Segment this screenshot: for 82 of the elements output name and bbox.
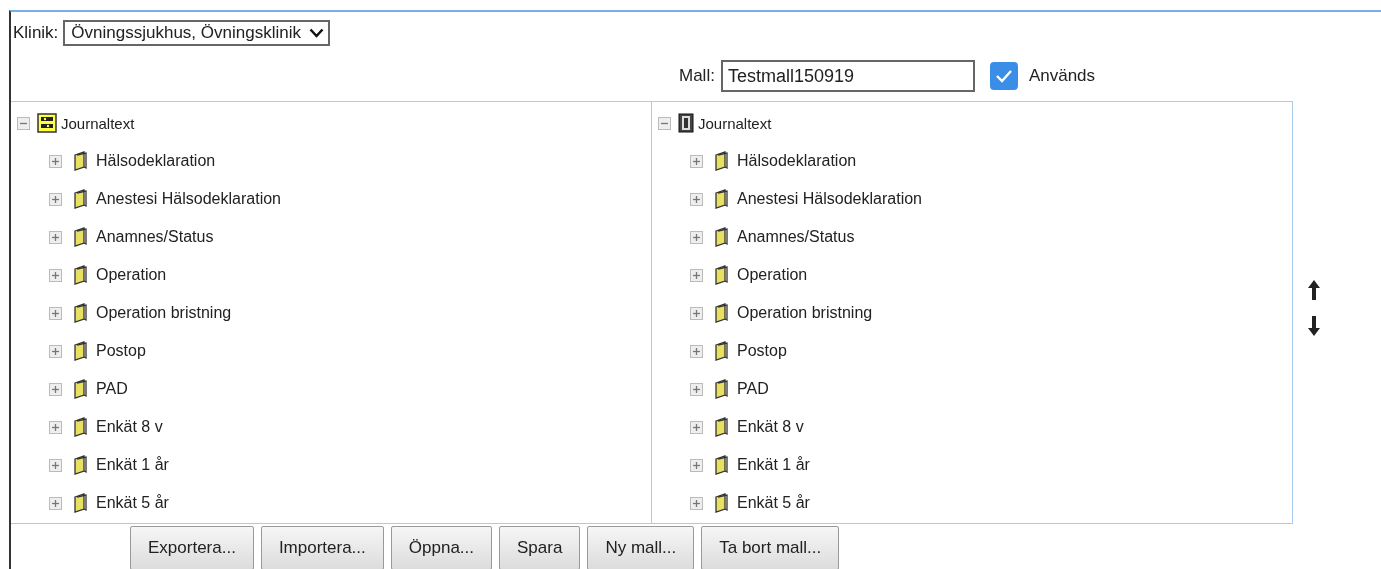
action-button[interactable]: Ta bort mall... [701, 526, 840, 569]
chevron-down-icon [308, 28, 324, 38]
expand-icon[interactable] [690, 306, 703, 320]
tree-node-label[interactable]: Anamnes/Status [737, 228, 855, 246]
tree-node-label[interactable]: Operation bristning [737, 304, 873, 322]
tree-node-label[interactable]: Journaltext [698, 114, 772, 132]
tree-node-label[interactable]: Anestesi Hälsodeklaration [737, 190, 922, 208]
tree-node-label[interactable]: Enkät 8 v [737, 418, 804, 436]
tree-node-label[interactable]: PAD [737, 380, 769, 398]
expand-icon[interactable] [49, 154, 62, 168]
arrow-down-icon[interactable] [1307, 315, 1321, 337]
expand-icon[interactable] [690, 154, 703, 168]
expand-icon[interactable] [690, 230, 703, 244]
tree-node-label[interactable]: Enkät 5 år [737, 494, 810, 512]
folder-icon [72, 493, 88, 513]
action-button[interactable]: Importera... [260, 526, 384, 569]
tree-node-label[interactable]: Enkät 8 v [96, 418, 163, 436]
folder-icon [713, 493, 729, 513]
folder-icon [713, 455, 729, 475]
collapse-icon[interactable] [658, 116, 671, 130]
arrow-up-icon[interactable] [1307, 279, 1321, 301]
expand-icon[interactable] [690, 268, 703, 282]
tree-node-label[interactable]: Postop [96, 342, 146, 360]
checkmark-icon [993, 68, 1014, 84]
action-button[interactable]: Exportera... [130, 526, 254, 569]
tree-node-label[interactable]: Operation bristning [96, 304, 232, 322]
action-button[interactable]: Öppna... [390, 526, 492, 569]
expand-icon[interactable] [49, 382, 62, 396]
tree-node-label[interactable]: Anamnes/Status [96, 228, 214, 246]
folder-icon [713, 417, 729, 437]
clinic-label: Klinik: [13, 23, 59, 43]
tree-node-label[interactable]: PAD [96, 380, 128, 398]
expand-icon[interactable] [49, 268, 62, 282]
tree-node-label[interactable]: Hälsodeklaration [737, 152, 857, 170]
expand-icon[interactable] [49, 344, 62, 358]
folder-icon [72, 455, 88, 475]
tree-node-label[interactable]: Hälsodeklaration [96, 152, 216, 170]
in-use-label: Används [1028, 66, 1096, 86]
expand-icon[interactable] [690, 192, 703, 206]
tree-node-label[interactable]: Enkät 5 år [96, 494, 169, 512]
folder-icon [713, 189, 729, 209]
folder-icon [713, 341, 729, 361]
tree-node-label[interactable]: Operation [96, 266, 167, 284]
folder-icon [713, 227, 729, 247]
template-name-field[interactable]: Testmall150919 [720, 60, 975, 92]
book-icon [678, 113, 694, 133]
collapse-icon[interactable] [17, 116, 30, 130]
expand-icon[interactable] [49, 192, 62, 206]
action-button[interactable]: Ny mall... [587, 526, 695, 569]
folder-icon [72, 189, 88, 209]
clinic-dropdown[interactable]: Övningssjukhus, Övningsklinik [63, 20, 330, 46]
expand-icon[interactable] [690, 458, 703, 472]
in-use-checkbox[interactable] [989, 62, 1018, 90]
folder-icon [72, 417, 88, 437]
folder-icon [72, 151, 88, 171]
folder-icon [713, 303, 729, 323]
folder-icon [72, 341, 88, 361]
expand-icon[interactable] [690, 420, 703, 434]
expand-icon[interactable] [49, 230, 62, 244]
folder-icon [72, 303, 88, 323]
folder-icon [713, 379, 729, 399]
expand-icon[interactable] [49, 496, 62, 510]
template-icon [37, 113, 57, 133]
tree-node-label[interactable]: Journaltext [61, 114, 135, 132]
expand-icon[interactable] [690, 496, 703, 510]
folder-icon [72, 265, 88, 285]
folder-icon [72, 227, 88, 247]
tree-node-label[interactable]: Operation [737, 266, 808, 284]
expand-icon[interactable] [49, 420, 62, 434]
expand-icon[interactable] [690, 344, 703, 358]
folder-icon [713, 151, 729, 171]
tree-node-label[interactable]: Enkät 1 år [96, 456, 169, 474]
expand-icon[interactable] [49, 458, 62, 472]
expand-icon[interactable] [690, 382, 703, 396]
folder-icon [713, 265, 729, 285]
folder-icon [72, 379, 88, 399]
action-button[interactable]: Spara [499, 526, 581, 569]
tree-node-label[interactable]: Postop [737, 342, 787, 360]
expand-icon[interactable] [49, 306, 62, 320]
template-label: Mall: [679, 66, 715, 86]
tree-node-label[interactable]: Enkät 1 år [737, 456, 810, 474]
tree-node-label[interactable]: Anestesi Hälsodeklaration [96, 190, 281, 208]
